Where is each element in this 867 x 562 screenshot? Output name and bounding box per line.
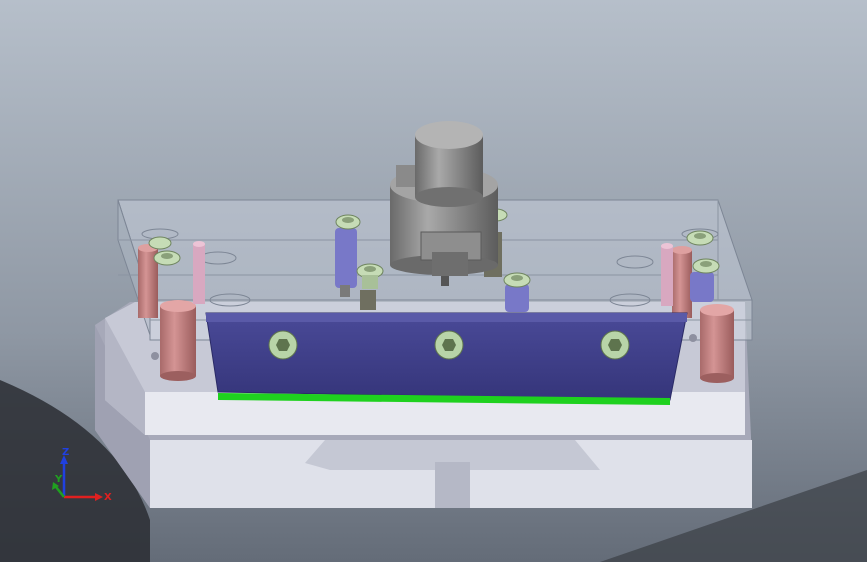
screw-head-top-3[interactable] (148, 236, 172, 250)
triad-label-z: Z (62, 447, 69, 458)
dowel-pin-left[interactable] (193, 241, 205, 304)
guide-post-right-front[interactable] (700, 304, 734, 383)
die-hole-right (689, 334, 697, 342)
triad-label-y: Y (54, 474, 63, 485)
screw-head-top-8[interactable] (692, 258, 720, 274)
stripper-screw-3[interactable] (600, 330, 630, 360)
guide-post-left-front[interactable] (160, 300, 196, 381)
cad-viewport[interactable]: Z Y X (0, 0, 867, 562)
spring-left[interactable] (335, 228, 357, 297)
screw-head-top-7[interactable] (686, 230, 714, 246)
screw-head-top-1[interactable] (335, 214, 361, 230)
spring-right[interactable] (690, 272, 714, 302)
spring-center-right[interactable] (505, 284, 529, 312)
screw-head-top-6[interactable] (503, 272, 531, 288)
model-scene[interactable]: Z Y X (0, 0, 867, 562)
screw-head-top-2[interactable] (153, 250, 181, 266)
guide-post-right-back[interactable] (672, 246, 692, 318)
stripper-screw-1[interactable] (268, 330, 298, 360)
triad-label-x: X (104, 492, 112, 503)
die-hole-left (151, 352, 159, 360)
stripper-screw-2[interactable] (434, 330, 464, 360)
dowel-pin-right[interactable] (661, 243, 673, 306)
